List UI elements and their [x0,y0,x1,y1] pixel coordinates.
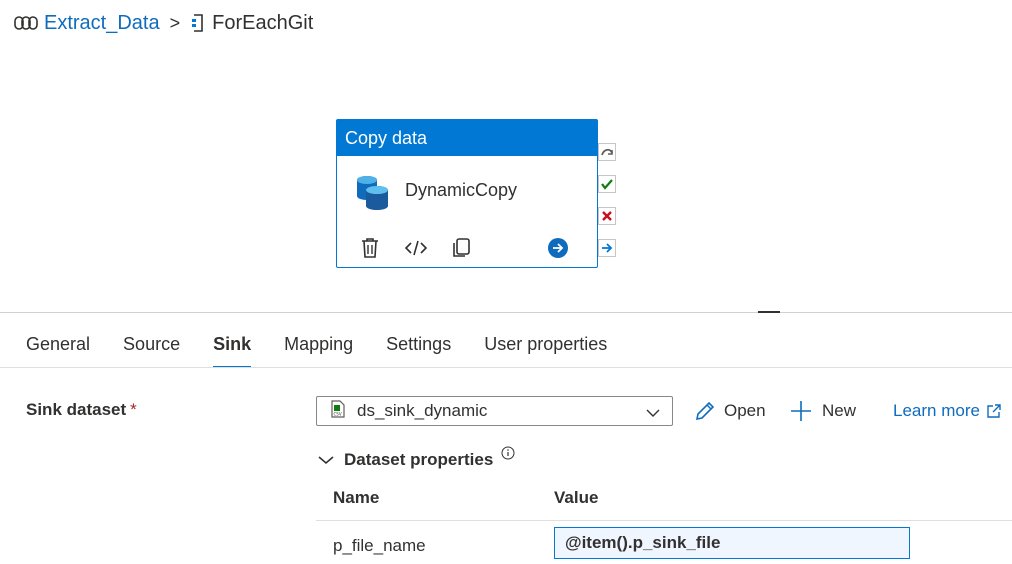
sink-dataset-dropdown[interactable]: CSV ds_sink_dynamic [316,396,673,426]
new-dataset-button[interactable]: New [790,398,856,424]
pipeline-canvas[interactable]: Copy data DynamicCopy [0,44,1012,312]
new-label: New [822,401,857,420]
info-icon[interactable] [501,445,515,465]
foreach-icon [190,13,206,33]
activity-name: DynamicCopy [405,180,518,200]
tab-sink[interactable]: Sink [213,330,252,368]
column-header-value: Value [554,488,599,507]
learn-more-link[interactable]: Learn more [893,401,1002,421]
breadcrumb-separator: > [169,12,181,33]
tab-mapping[interactable]: Mapping [284,330,353,368]
completion-port-icon[interactable] [598,239,616,257]
sink-dataset-label-text: Sink dataset [26,400,127,419]
tabs-divider [0,367,1012,368]
open-dataset-button[interactable]: Open [694,398,766,424]
table-divider [316,520,1012,521]
skip-port-icon[interactable] [598,143,616,161]
tab-source[interactable]: Source [123,330,180,368]
required-marker: * [130,400,137,419]
sink-dataset-value: ds_sink_dynamic [357,401,488,420]
tab-settings[interactable]: Settings [386,330,451,368]
breadcrumb: Extract_Data > ForEachGit [14,10,313,36]
plus-icon [790,400,812,422]
parameter-name: p_file_name [333,536,426,555]
column-header-name: Name [333,488,380,507]
dataset-properties-label: Dataset properties [344,450,494,469]
pencil-icon [694,400,716,422]
svg-text:CSV: CSV [334,411,342,416]
external-link-icon [986,403,1002,419]
copy-activity-node[interactable]: Copy data DynamicCopy [336,119,598,268]
code-icon[interactable] [403,235,429,261]
go-icon[interactable] [545,235,571,261]
breadcrumb-pipeline-link[interactable]: Extract_Data [44,12,160,35]
activity-type-label: Copy data [337,120,597,156]
sink-dataset-label: Sink dataset * [26,400,137,420]
panel-splitter[interactable] [0,312,1012,313]
copy-icon[interactable] [449,235,475,261]
learn-more-label: Learn more [893,401,980,420]
success-port-icon[interactable] [598,175,616,193]
breadcrumb-current: ForEachGit [212,11,314,34]
csv-file-icon: CSV [331,399,345,423]
tab-user-properties[interactable]: User properties [484,330,607,368]
dataset-properties-toggle[interactable]: Dataset properties [318,446,515,470]
delete-icon[interactable] [357,235,383,261]
failure-port-icon[interactable] [598,207,616,225]
database-icon [355,172,391,217]
properties-tabs: General Source Sink Mapping Settings Use… [26,330,640,368]
parameter-value-input[interactable]: @item().p_sink_file [554,527,910,559]
pipeline-icon [14,15,38,31]
chevron-down-icon [318,455,334,465]
tab-general[interactable]: General [26,330,90,368]
open-label: Open [724,401,766,420]
chevron-down-icon [646,405,660,423]
splitter-handle[interactable] [758,311,780,313]
